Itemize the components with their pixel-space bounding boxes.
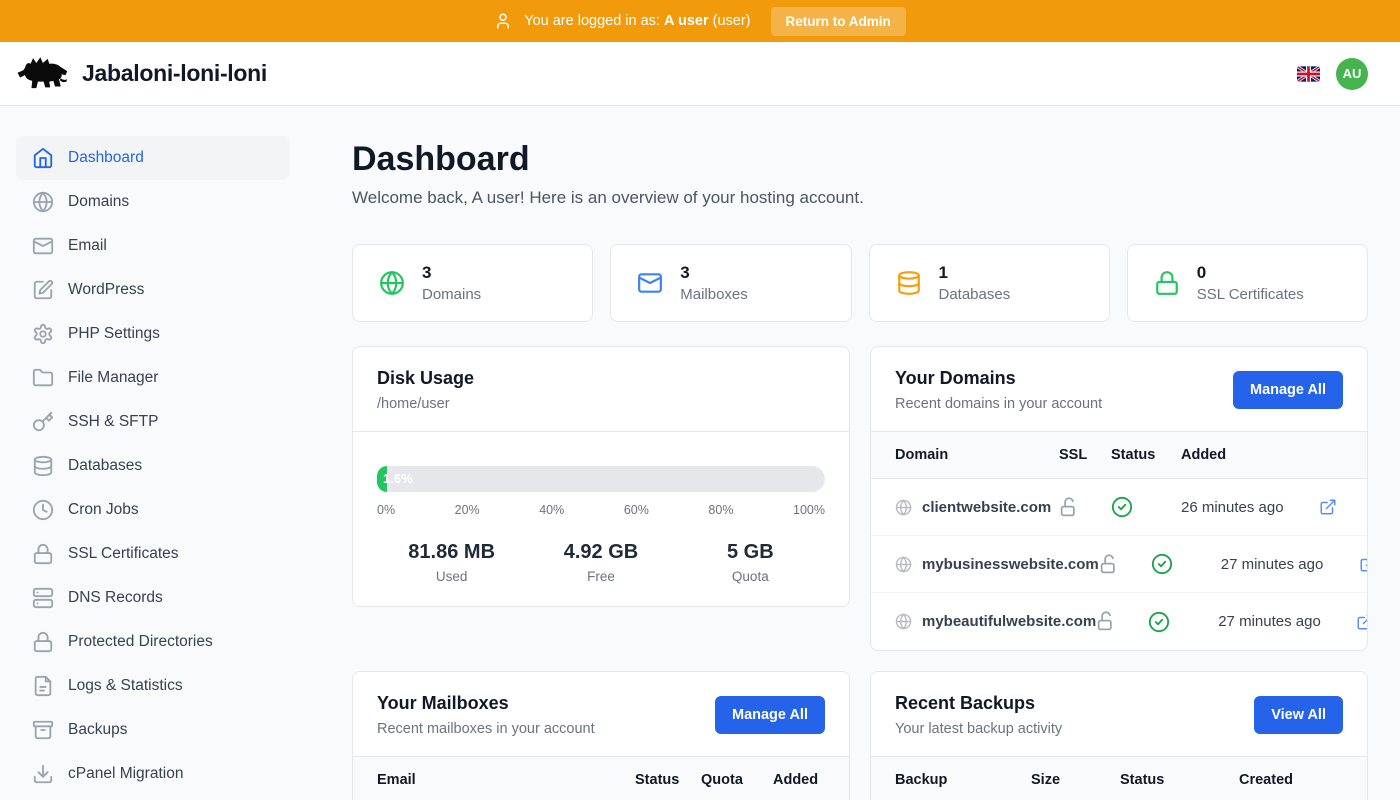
sidebar-item-domains[interactable]: Domains (16, 180, 290, 224)
archive-icon (32, 719, 54, 741)
sidebar-item-cron-jobs[interactable]: Cron Jobs (16, 488, 290, 532)
app-header: Jabaloni-loni-loni AU (0, 42, 1400, 106)
external-link-icon[interactable] (1319, 498, 1343, 516)
stats-row: 3Domains 3Mailboxes 1Databases 0SSL Cert… (352, 244, 1368, 322)
disk-usage-card: Disk Usage /home/user 1.6% 0%20%40%60%80… (352, 346, 850, 607)
gear-icon (32, 323, 54, 345)
sidebar: Dashboard Domains Email WordPress PHP Se… (0, 106, 306, 800)
your-mailboxes-title: Your Mailboxes (377, 693, 595, 714)
status-active-icon (1148, 611, 1218, 633)
database-icon (896, 270, 922, 296)
status-active-icon (1151, 553, 1221, 575)
disk-usage-path: /home/user (377, 396, 474, 412)
stat-card-databases: 1Databases (869, 244, 1110, 322)
domain-name: mybeautifulwebsite.com (895, 613, 1096, 630)
domain-added: 27 minutes ago (1221, 556, 1359, 573)
recent-backups-subtitle: Your latest backup activity (895, 721, 1062, 737)
your-mailboxes-card: Your Mailboxes Recent mailboxes in your … (352, 671, 850, 800)
uk-flag-icon[interactable] (1297, 66, 1320, 82)
domains-table-header: DomainSSLStatusAdded (871, 432, 1367, 479)
status-active-icon (1111, 496, 1181, 518)
disk-stat-free: 4.92 GBFree (526, 541, 675, 584)
globe-icon (895, 613, 912, 630)
banner-message: You are logged in as: A user (user) (524, 13, 750, 29)
your-domains-subtitle: Recent domains in your account (895, 396, 1102, 412)
recent-backups-title: Recent Backups (895, 693, 1062, 714)
sidebar-item-databases[interactable]: Databases (16, 444, 290, 488)
file-text-icon (32, 675, 54, 697)
globe-icon (379, 270, 405, 296)
disk-stat-quota: 5 GBQuota (676, 541, 825, 584)
boar-logo-icon (16, 54, 68, 94)
sidebar-item-cpanel-migration[interactable]: cPanel Migration (16, 752, 290, 796)
download-icon (32, 763, 54, 785)
lock-icon (32, 543, 54, 565)
globe-icon (32, 191, 54, 213)
globe-icon (895, 556, 912, 573)
table-row: mybusinesswebsite.com 27 minutes ago (871, 536, 1367, 593)
sidebar-item-php-settings[interactable]: PHP Settings (16, 312, 290, 356)
your-mailboxes-subtitle: Recent mailboxes in your account (377, 721, 595, 737)
mail-icon (637, 270, 663, 296)
disk-usage-percent: 1.6% (383, 466, 413, 492)
manage-all-mailboxes-button[interactable]: Manage All (715, 696, 825, 734)
backups-table-header: BackupSizeStatusCreated (871, 757, 1367, 800)
mail-icon (32, 235, 54, 257)
main-content: Dashboard Welcome back, A user! Here is … (306, 106, 1400, 800)
stat-card-ssl-certificates: 0SSL Certificates (1127, 244, 1368, 322)
sidebar-item-ssl-certificates[interactable]: SSL Certificates (16, 532, 290, 576)
mailboxes-table-header: EmailStatusQuotaAdded (353, 757, 849, 800)
stat-card-mailboxes: 3Mailboxes (610, 244, 851, 322)
sidebar-item-ssh-sftp[interactable]: SSH & SFTP (16, 400, 290, 444)
impersonation-banner: You are logged in as: A user (user) Retu… (0, 0, 1400, 42)
domain-added: 26 minutes ago (1181, 499, 1319, 516)
server-icon (32, 587, 54, 609)
page-subtitle: Welcome back, A user! Here is an overvie… (352, 188, 1368, 208)
pen-square-icon (32, 279, 54, 301)
domain-name: mybusinesswebsite.com (895, 556, 1099, 573)
return-to-admin-button[interactable]: Return to Admin (771, 7, 906, 36)
app-title: Jabaloni-loni-loni (82, 60, 267, 87)
lock-icon (32, 631, 54, 653)
external-link-icon[interactable] (1359, 555, 1368, 573)
user-icon (494, 12, 512, 30)
domain-name: clientwebsite.com (895, 499, 1059, 516)
lock-icon (1154, 270, 1180, 296)
user-avatar[interactable]: AU (1336, 58, 1368, 90)
ssl-unlocked-icon (1099, 554, 1151, 575)
sidebar-item-dashboard[interactable]: Dashboard (16, 136, 290, 180)
domain-added: 27 minutes ago (1218, 613, 1356, 630)
ssl-unlocked-icon (1059, 497, 1111, 518)
table-row: mybeautifulwebsite.com 27 minutes ago (871, 593, 1367, 650)
sidebar-item-wordpress[interactable]: WordPress (16, 268, 290, 312)
home-icon (32, 147, 54, 169)
your-domains-card: Your Domains Recent domains in your acco… (870, 346, 1368, 651)
key-icon (32, 411, 54, 433)
globe-icon (895, 499, 912, 516)
view-all-backups-button[interactable]: View All (1254, 696, 1343, 734)
folder-icon (32, 367, 54, 389)
disk-stat-used: 81.86 MBUsed (377, 541, 526, 584)
your-domains-title: Your Domains (895, 368, 1102, 389)
sidebar-item-email[interactable]: Email (16, 224, 290, 268)
disk-usage-title: Disk Usage (377, 368, 474, 389)
sidebar-item-logs-statistics[interactable]: Logs & Statistics (16, 664, 290, 708)
disk-usage-progress-bar: 1.6% (377, 466, 825, 492)
recent-backups-card: Recent Backups Your latest backup activi… (870, 671, 1368, 800)
table-row: clientwebsite.com 26 minutes ago (871, 479, 1367, 536)
clock-icon (32, 499, 54, 521)
sidebar-item-backups[interactable]: Backups (16, 708, 290, 752)
page-title: Dashboard (352, 140, 1368, 179)
external-link-icon[interactable] (1356, 613, 1368, 631)
sidebar-item-protected-directories[interactable]: Protected Directories (16, 620, 290, 664)
ssl-unlocked-icon (1096, 611, 1148, 632)
sidebar-item-file-manager[interactable]: File Manager (16, 356, 290, 400)
manage-all-domains-button[interactable]: Manage All (1233, 371, 1343, 409)
disk-usage-scale: 0%20%40%60%80%100% (377, 503, 825, 517)
sidebar-item-dns-records[interactable]: DNS Records (16, 576, 290, 620)
database-icon (32, 455, 54, 477)
stat-card-domains: 3Domains (352, 244, 593, 322)
